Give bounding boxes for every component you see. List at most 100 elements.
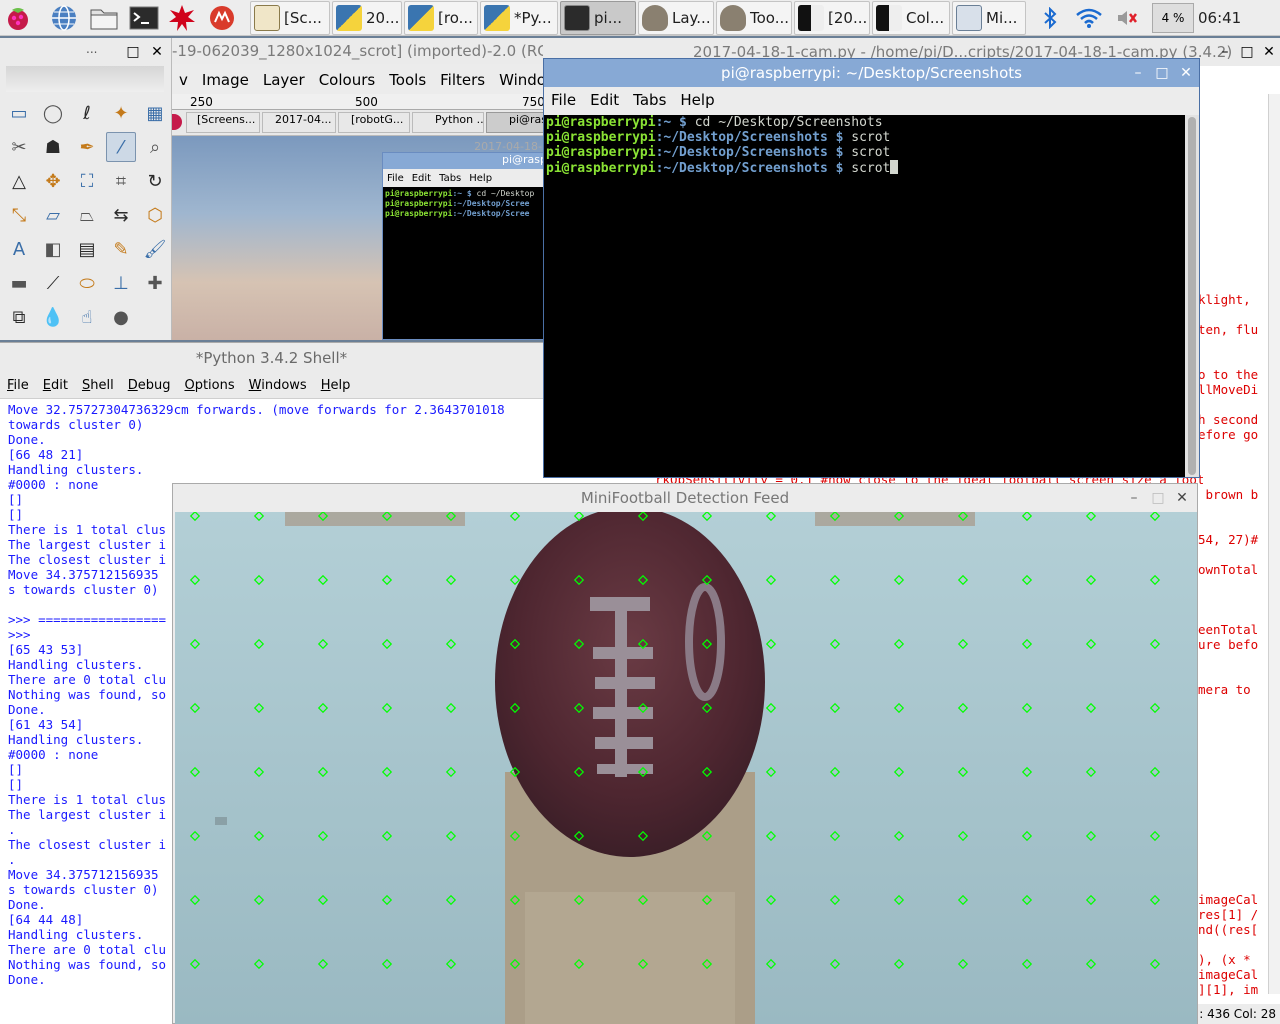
gimp-menu-layer[interactable]: Layer (256, 71, 312, 89)
flip-icon[interactable]: ⇆ (106, 200, 136, 230)
bluetooth-icon[interactable] (1036, 0, 1064, 36)
toolbox-drop-area[interactable] (6, 66, 164, 92)
shell-titlebar[interactable]: *Python 3.4.2 Shell* (0, 343, 543, 373)
gimp-menu-image[interactable]: Image (195, 71, 256, 89)
prompt-path: :~ $ (655, 115, 695, 130)
maximize-button[interactable]: □ (1151, 59, 1173, 87)
ink-icon[interactable]: ⬭ (72, 268, 102, 298)
scroll-thumb[interactable] (1188, 117, 1196, 475)
gimp-canvas[interactable]: [Screens... 2017-04... [robotG... Python… (172, 110, 543, 340)
clone-icon[interactable]: ⊥ (106, 268, 136, 298)
terminal-title: pi@raspberrypi: ~/Desktop/Screenshots (721, 64, 1022, 82)
terminal-menu-tabs[interactable]: Tabs (626, 91, 673, 109)
task-python-editor-2[interactable]: [ro... (404, 1, 478, 35)
bucket-fill-icon[interactable]: ◧ (38, 234, 68, 264)
cage-icon[interactable]: ⬡ (140, 200, 170, 230)
minimize-button[interactable]: – (1214, 38, 1236, 66)
wolfram-icon[interactable] (206, 2, 238, 34)
inner-menu-help[interactable]: Help (469, 173, 492, 184)
measure-icon[interactable]: △ (4, 166, 34, 196)
task-terminal[interactable]: pi... (560, 1, 636, 35)
task-file-manager[interactable]: [Sc... (250, 1, 330, 35)
task-python-editor-1[interactable]: 20... (332, 1, 402, 35)
web-browser-icon[interactable] (48, 2, 80, 34)
pencil-icon[interactable]: ✎ (106, 234, 136, 264)
terminal-screen[interactable]: pi@raspberrypi:~ $ cd ~/Desktop/Screensh… (544, 115, 1187, 477)
crop-icon[interactable]: ⌗ (106, 166, 136, 196)
ellipse-select-icon[interactable]: ◯ (38, 98, 68, 128)
smudge-icon[interactable]: ☝ (72, 302, 102, 332)
terminal-menu-edit[interactable]: Edit (583, 91, 626, 109)
move-icon[interactable]: ✥ (38, 166, 68, 196)
maximize-button[interactable]: □ (1236, 38, 1258, 66)
gimp-menu-windows[interactable]: Windows (492, 71, 543, 89)
rect-select-icon[interactable]: ▭ (4, 98, 34, 128)
minimize-button[interactable]: – (1127, 59, 1149, 87)
shear-icon[interactable]: ▱ (38, 200, 68, 230)
terminal-menu-help[interactable]: Help (673, 91, 721, 109)
blur-icon[interactable]: 💧 (38, 302, 68, 332)
task-gimp-image[interactable]: [20... (794, 1, 870, 35)
wifi-icon[interactable] (1072, 0, 1106, 36)
terminal-launcher-icon[interactable] (128, 2, 160, 34)
maximize-button[interactable]: □ (1147, 484, 1169, 512)
task-gimp-layers[interactable]: Lay... (638, 1, 714, 35)
task-python-shell[interactable]: *Py... (480, 1, 558, 35)
close-button[interactable]: ✕ (1175, 59, 1197, 87)
perspective-clone-icon[interactable]: ⧉ (4, 302, 34, 332)
close-button[interactable]: ✕ (146, 42, 168, 62)
clock[interactable]: 06:41 (1198, 0, 1242, 36)
gimp-menu-filters[interactable]: Filters (433, 71, 492, 89)
align-icon[interactable]: ⛶ (72, 166, 102, 196)
colour-picker-icon[interactable]: ⁄ (106, 132, 136, 162)
minimize-button[interactable]: – (1123, 484, 1145, 512)
editor-scrollbar[interactable] (1268, 94, 1280, 994)
lasso-icon[interactable]: ℓ (72, 98, 102, 128)
scale-icon[interactable]: ⤡ (4, 200, 34, 230)
colour-select-icon[interactable]: ▦ (140, 98, 170, 128)
airbrush-icon[interactable]: ⟋ (38, 268, 68, 298)
inner-menu-edit[interactable]: Edit (412, 173, 431, 184)
text-icon[interactable]: A (4, 234, 34, 264)
shell-menu-edit[interactable]: Edit (36, 378, 75, 393)
volume-muted-icon[interactable] (1112, 0, 1142, 36)
shell-menu-windows[interactable]: Windows (242, 378, 314, 393)
gimp-menu-v[interactable]: v (172, 71, 195, 89)
heal-icon[interactable]: ✚ (140, 268, 170, 298)
shell-menu-file[interactable]: File (0, 378, 36, 393)
eraser-icon[interactable]: ▬ (4, 268, 34, 298)
rotate-icon[interactable]: ↻ (140, 166, 170, 196)
terminal-titlebar[interactable]: pi@raspberrypi: ~/Desktop/Screenshots (544, 59, 1199, 87)
file-manager-icon[interactable] (88, 2, 120, 34)
scissors-icon[interactable]: ✂ (4, 132, 34, 162)
gimp-image-titlebar[interactable]: -19-062039_1280x1024_scrot] (imported)-2… (172, 38, 543, 64)
perspective-icon[interactable]: ⏢ (72, 200, 102, 230)
paintbrush-icon[interactable]: 🖌 (140, 234, 170, 264)
terminal-menu-file[interactable]: File (544, 91, 583, 109)
blend-icon[interactable]: ▤ (72, 234, 102, 264)
task-minifootball-feed[interactable]: Mi... (952, 1, 1026, 35)
terminal-scrollbar[interactable] (1185, 115, 1199, 477)
feed-titlebar[interactable]: MiniFootball Detection Feed (173, 484, 1197, 512)
zoom-icon[interactable]: ⌕ (140, 132, 170, 162)
task-gimp-colours[interactable]: Col... (872, 1, 950, 35)
raspberry-menu-icon[interactable] (2, 2, 34, 34)
shell-menu-debug[interactable]: Debug (121, 378, 178, 393)
dodge-burn-icon[interactable]: ● (106, 302, 136, 332)
paths-icon[interactable]: ✒ (72, 132, 102, 162)
inner-menu-file[interactable]: File (387, 173, 404, 184)
close-button[interactable]: ✕ (1258, 38, 1280, 66)
gimp-menu-tools[interactable]: Tools (382, 71, 433, 89)
shell-menu-shell[interactable]: Shell (75, 378, 121, 393)
inner-menu-tabs[interactable]: Tabs (439, 173, 461, 184)
close-button[interactable]: ✕ (1171, 484, 1193, 512)
shell-menu-help[interactable]: Help (314, 378, 358, 393)
foreground-select-icon[interactable]: ☗ (38, 132, 68, 162)
editor-code[interactable]: klight, ten, flu o to the llMoveDi h sec… (1198, 292, 1270, 997)
task-gimp-toolbox[interactable]: Too... (716, 1, 792, 35)
gimp-menu-colours[interactable]: Colours (312, 71, 382, 89)
shell-menu-options[interactable]: Options (177, 378, 241, 393)
mathematica-icon[interactable] (166, 2, 198, 34)
maximize-button[interactable]: □ (122, 42, 144, 62)
fuzzy-select-icon[interactable]: ✦ (106, 98, 136, 128)
